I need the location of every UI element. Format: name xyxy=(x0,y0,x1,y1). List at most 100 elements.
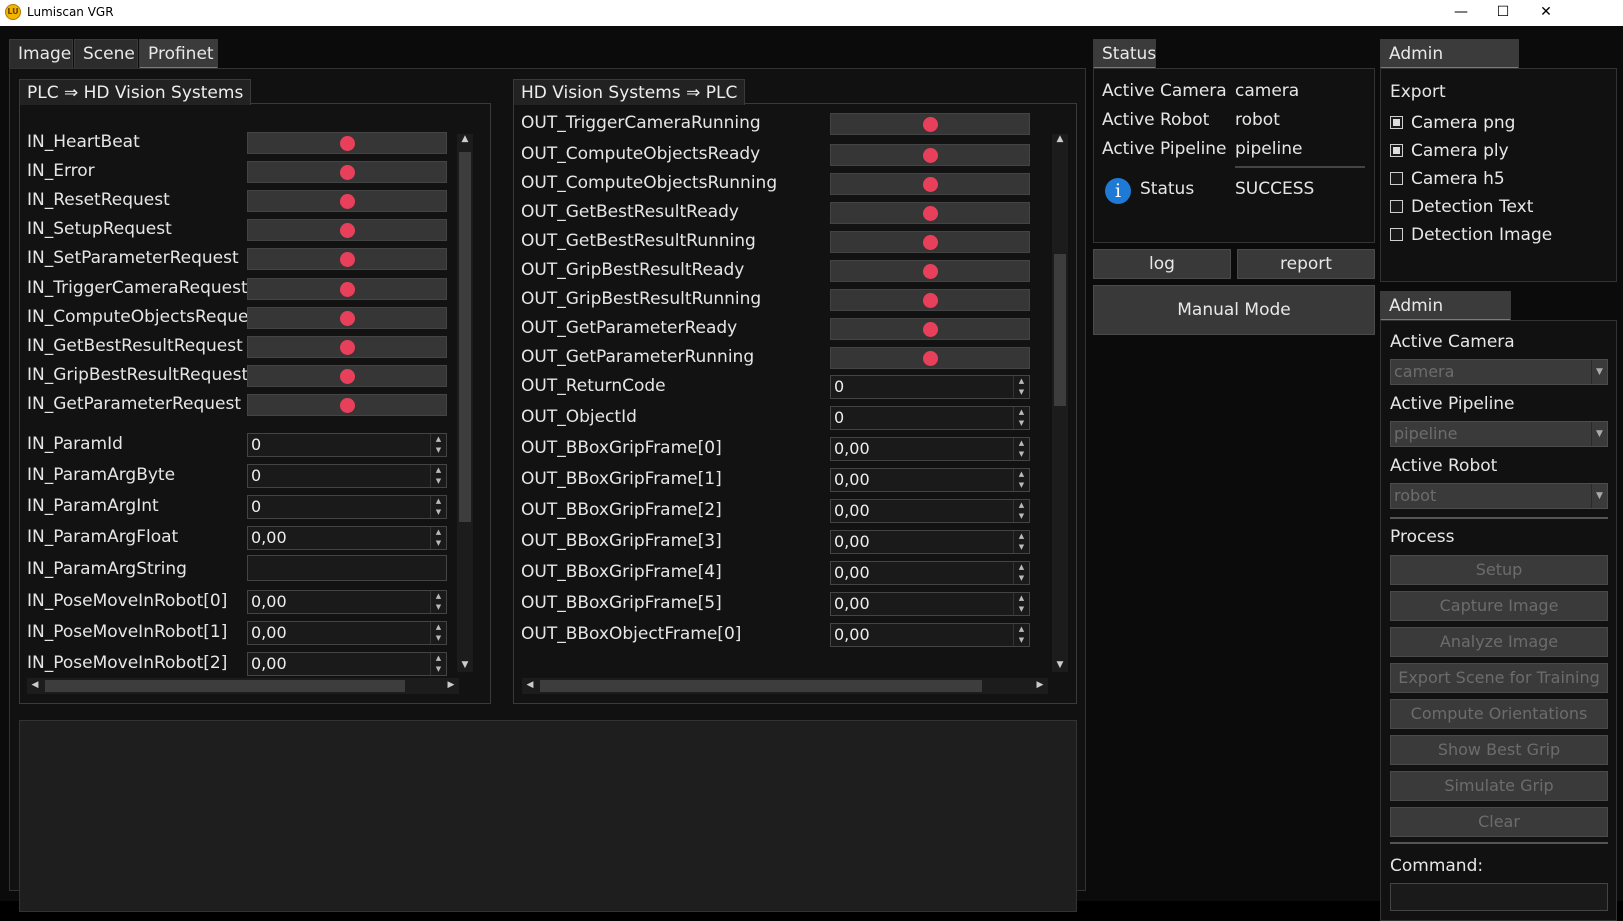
status-camera-label: Active Camera xyxy=(1102,81,1227,101)
status-dot-icon xyxy=(340,339,355,355)
plc-in-spinbox[interactable]: 0,00 ▲ ▼ xyxy=(247,526,447,550)
plc-in-string-input[interactable] xyxy=(247,555,447,581)
plc-out-label: OUT_BBoxGripFrame[1] xyxy=(521,469,722,489)
minimize-button[interactable]: — xyxy=(1439,0,1483,26)
manual-mode-button[interactable]: Manual Mode xyxy=(1093,285,1375,335)
plc-out-vscroll-thumb[interactable] xyxy=(1054,254,1066,406)
plc-out-spinbox-arrows-icon[interactable]: ▲ ▼ xyxy=(1013,593,1029,615)
checkbox-icon[interactable] xyxy=(1390,228,1403,241)
plc-out-label: OUT_GetParameterRunning xyxy=(521,347,755,367)
plc-out-spinbox-arrows-icon[interactable]: ▲ ▼ xyxy=(1013,376,1029,398)
log-button[interactable]: log xyxy=(1093,249,1231,279)
close-button[interactable]: ✕ xyxy=(1524,0,1568,26)
plc-out-list: OUT_TriggerCameraRunning OUT_ComputeObjec… xyxy=(513,106,1053,676)
command-input[interactable] xyxy=(1390,883,1608,911)
checkbox-icon[interactable] xyxy=(1390,172,1403,185)
plc-out-spinbox-arrows-icon[interactable]: ▲ ▼ xyxy=(1013,531,1029,553)
process-button-1[interactable]: Capture Image xyxy=(1390,591,1608,621)
plc-out-spinbox-value: 0,00 xyxy=(834,625,870,644)
plc-out-spinbox[interactable]: 0,00 ▲ ▼ xyxy=(830,530,1030,554)
plc-in-spinbox[interactable]: 0,00 ▲ ▼ xyxy=(247,652,447,676)
process-button-5[interactable]: Show Best Grip xyxy=(1390,735,1608,765)
plc-out-spinbox-arrows-icon[interactable]: ▲ ▼ xyxy=(1013,500,1029,522)
plc-in-label: IN_ParamArgFloat xyxy=(27,527,179,547)
plc-in-spinbox-arrows-icon[interactable]: ▲ ▼ xyxy=(430,434,446,456)
window-title: Lumiscan VGR xyxy=(27,5,114,19)
plc-in-vscroll-thumb[interactable] xyxy=(459,152,471,522)
plc-in-label: IN_ComputeObjectsRequest xyxy=(27,306,265,327)
plc-out-vscrollbar[interactable]: ▲ ▼ xyxy=(1052,134,1068,672)
ac-pipeline-value: pipeline xyxy=(1394,424,1458,443)
process-button-7[interactable]: Clear xyxy=(1390,807,1608,837)
plc-out-spinbox-arrows-icon[interactable]: ▲ ▼ xyxy=(1013,469,1029,491)
ac-camera-select[interactable]: camera ▼ xyxy=(1390,359,1608,385)
report-button[interactable]: report xyxy=(1237,249,1375,279)
plc-in-spinbox-arrows-icon[interactable]: ▲ ▼ xyxy=(430,622,446,644)
plc-in-spinbox[interactable]: 0 ▲ ▼ xyxy=(247,495,447,519)
status-dot-icon xyxy=(923,177,938,192)
plc-in-spinbox-arrows-icon[interactable]: ▲ ▼ xyxy=(430,527,446,549)
log-output-area[interactable] xyxy=(19,720,1077,912)
plc-out-hscroll-thumb[interactable] xyxy=(540,680,982,692)
process-button-4[interactable]: Compute Orientations xyxy=(1390,699,1608,729)
ac-pipeline-label: Active Pipeline xyxy=(1390,394,1515,414)
plc-out-spinbox[interactable]: 0 ▲ ▼ xyxy=(830,406,1030,430)
plc-out-spinbox[interactable]: 0 ▲ ▼ xyxy=(830,375,1030,399)
process-button-6[interactable]: Simulate Grip xyxy=(1390,771,1608,801)
tab-admin-settings[interactable]: Admin Settings xyxy=(1380,39,1519,92)
plc-out-spinbox-arrows-icon[interactable]: ▲ ▼ xyxy=(1013,624,1029,646)
export-checkbox-2[interactable]: Camera h5 xyxy=(1390,169,1505,189)
plc-in-spinbox-arrows-icon[interactable]: ▲ ▼ xyxy=(430,591,446,613)
plc-out-spinbox-value: 0,00 xyxy=(834,439,870,458)
status-robot-value: robot xyxy=(1235,110,1280,130)
process-button-0[interactable]: Setup xyxy=(1390,555,1608,585)
plc-in-spinbox-arrows-icon[interactable]: ▲ ▼ xyxy=(430,496,446,518)
ac-robot-label: Active Robot xyxy=(1390,456,1498,476)
plc-in-spinbox[interactable]: 0,00 ▲ ▼ xyxy=(247,590,447,614)
tab-admin-control[interactable]: Admin Control xyxy=(1380,291,1511,344)
plc-out-led xyxy=(830,318,1030,340)
plc-in-spinbox[interactable]: 0 ▲ ▼ xyxy=(247,433,447,457)
plc-out-spinbox[interactable]: 0,00 ▲ ▼ xyxy=(830,437,1030,461)
ac-robot-select[interactable]: robot ▼ xyxy=(1390,483,1608,509)
plc-out-spinbox[interactable]: 0,00 ▲ ▼ xyxy=(830,623,1030,647)
tab-status[interactable]: Status xyxy=(1093,39,1156,69)
plc-out-spinbox[interactable]: 0,00 ▲ ▼ xyxy=(830,561,1030,585)
plc-out-label: OUT_TriggerCameraRunning xyxy=(521,113,761,133)
plc-in-spinbox-arrows-icon[interactable]: ▲ ▼ xyxy=(430,653,446,675)
plc-out-spinbox[interactable]: 0,00 ▲ ▼ xyxy=(830,468,1030,492)
plc-out-spinbox[interactable]: 0,00 ▲ ▼ xyxy=(830,499,1030,523)
checkbox-icon[interactable] xyxy=(1390,200,1403,213)
tab-scene[interactable]: Scene xyxy=(74,39,138,69)
plc-out-label: OUT_BBoxGripFrame[0] xyxy=(521,438,722,458)
plc-out-spinbox[interactable]: 0,00 ▲ ▼ xyxy=(830,592,1030,616)
export-checkbox-4[interactable]: Detection Image xyxy=(1390,225,1552,245)
ac-pipeline-select[interactable]: pipeline ▼ xyxy=(1390,421,1608,447)
plc-in-spinbox[interactable]: 0,00 ▲ ▼ xyxy=(247,621,447,645)
export-checkbox-3[interactable]: Detection Text xyxy=(1390,197,1533,217)
app-logo-icon: LU xyxy=(5,4,21,20)
export-checkbox-1[interactable]: Camera ply xyxy=(1390,141,1509,161)
plc-in-hscroll-thumb[interactable] xyxy=(45,680,405,692)
process-button-3[interactable]: Export Scene for Training xyxy=(1390,663,1608,693)
plc-in-vscrollbar[interactable]: ▲ ▼ xyxy=(457,134,473,672)
plc-in-hscrollbar[interactable]: ◀ ▶ xyxy=(27,678,459,694)
plc-out-spinbox-arrows-icon[interactable]: ▲ ▼ xyxy=(1013,438,1029,460)
process-button-2[interactable]: Analyze Image xyxy=(1390,627,1608,657)
export-checkbox-0[interactable]: Camera png xyxy=(1390,113,1515,133)
plc-out-spinbox-value: 0,00 xyxy=(834,563,870,582)
checkbox-label: Camera h5 xyxy=(1411,169,1505,189)
plc-out-hscrollbar[interactable]: ◀ ▶ xyxy=(522,678,1048,694)
checkbox-icon[interactable] xyxy=(1390,116,1403,129)
plc-out-label: OUT_ComputeObjectsRunning xyxy=(521,173,778,193)
plc-in-spinbox[interactable]: 0 ▲ ▼ xyxy=(247,464,447,488)
plc-out-spinbox-arrows-icon[interactable]: ▲ ▼ xyxy=(1013,562,1029,584)
maximize-button[interactable]: ☐ xyxy=(1481,0,1525,26)
tab-profinet[interactable]: Profinet xyxy=(139,39,218,69)
plc-in-label: IN_PoseMoveInRobot[2] xyxy=(27,653,228,673)
plc-out-spinbox-arrows-icon[interactable]: ▲ ▼ xyxy=(1013,407,1029,429)
status-dot-icon xyxy=(340,252,355,268)
tab-image[interactable]: Image xyxy=(9,39,73,69)
plc-in-spinbox-arrows-icon[interactable]: ▲ ▼ xyxy=(430,465,446,487)
checkbox-icon[interactable] xyxy=(1390,144,1403,157)
